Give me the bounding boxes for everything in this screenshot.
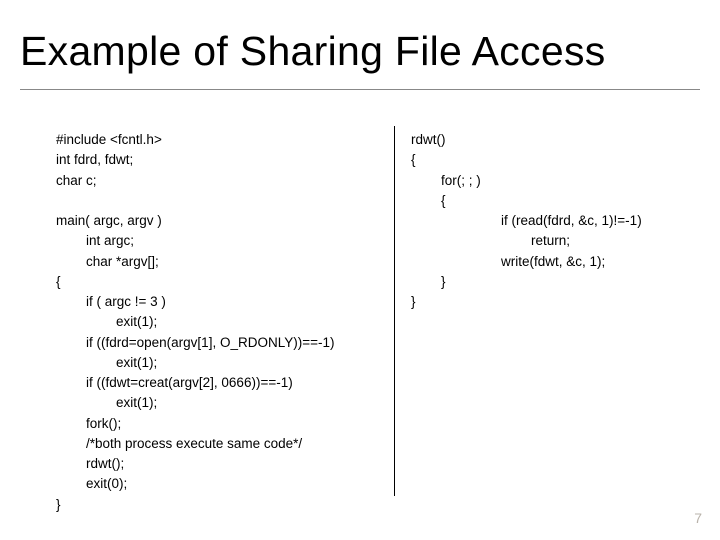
column-divider (394, 126, 395, 496)
code-left: #include <fcntl.h> int fdrd, fdwt; char … (56, 130, 386, 500)
content-columns: #include <fcntl.h> int fdrd, fdwt; char … (56, 130, 680, 500)
code-right: rdwt() { for(; ; ) { if (read(fdrd, &c, … (411, 130, 680, 500)
slide-title: Example of Sharing File Access (20, 28, 700, 90)
slide: Example of Sharing File Access #include … (0, 0, 720, 540)
page-number: 7 (694, 510, 702, 526)
